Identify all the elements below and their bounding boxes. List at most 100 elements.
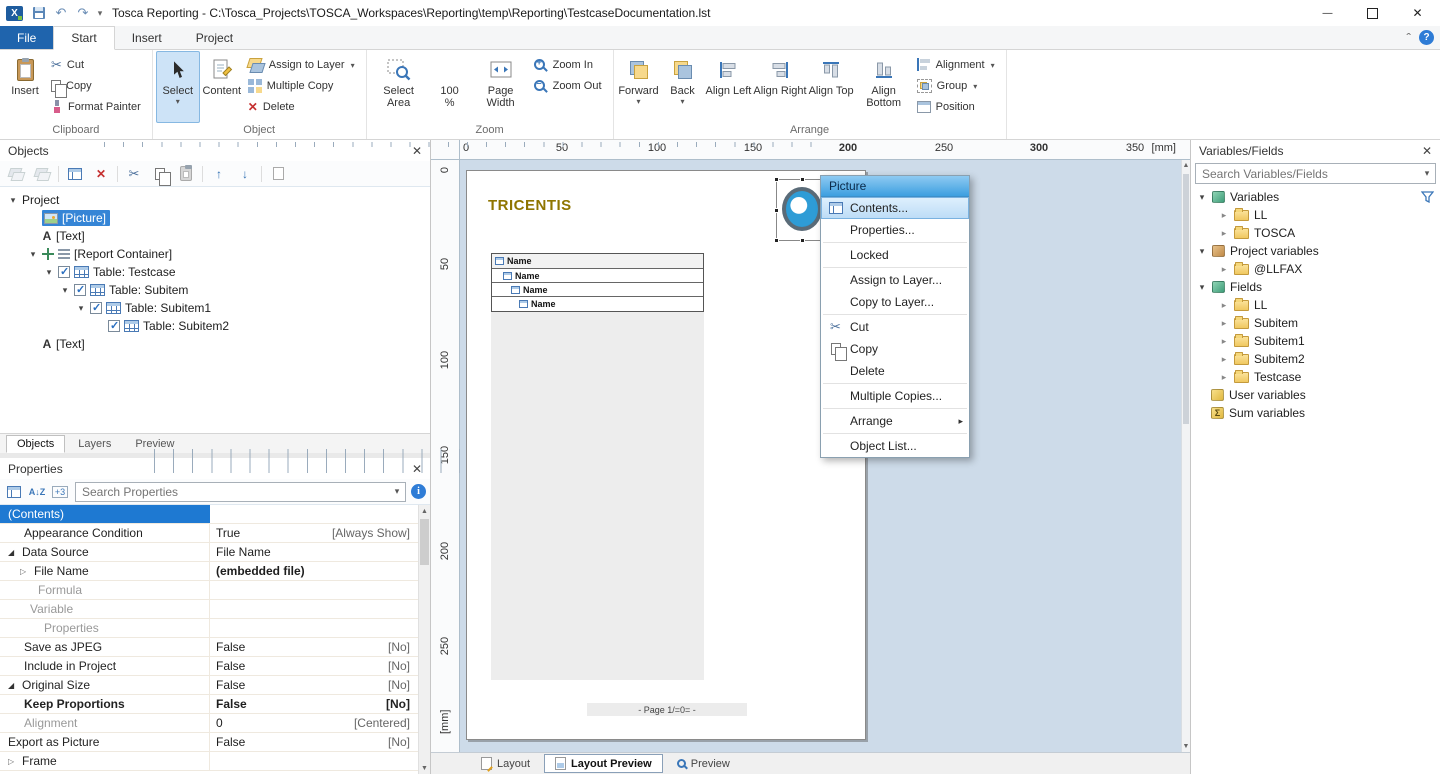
property-row-frame[interactable]: Frame — [0, 752, 418, 771]
report-page[interactable]: TRICENTIS Name — [466, 170, 866, 740]
scroll-down-icon[interactable]: ▼ — [419, 762, 430, 774]
expander-icon[interactable] — [8, 757, 18, 766]
report-table-object[interactable]: Name Name Name Name — [491, 253, 704, 312]
scroll-up-icon[interactable]: ▲ — [1182, 160, 1190, 171]
insert-layer-button[interactable] — [6, 164, 26, 184]
variables-close-icon[interactable] — [1422, 144, 1432, 158]
tree-item-project[interactable]: Project — [0, 191, 430, 209]
properties-search-input[interactable] — [76, 485, 389, 499]
minimize-button[interactable] — [1305, 0, 1350, 26]
tab-layout[interactable]: Layout — [471, 754, 540, 773]
property-row-export-as-picture[interactable]: Export as PictureFalse[No] — [0, 733, 418, 752]
tab-insert[interactable]: Insert — [115, 26, 179, 49]
checkbox-checked-icon[interactable] — [90, 302, 102, 314]
filter-funnel-icon[interactable] — [1421, 191, 1434, 206]
select-button[interactable]: Select — [156, 51, 200, 123]
property-row-properties[interactable]: Properties — [0, 619, 418, 638]
tree-item-table-subitem[interactable]: Table: Subitem — [0, 281, 430, 299]
expander-icon[interactable] — [20, 567, 30, 576]
expander-icon[interactable] — [1197, 246, 1207, 257]
info-icon[interactable] — [411, 484, 426, 499]
tab-preview[interactable]: Preview — [667, 754, 740, 773]
zoom-in-button[interactable]: +Zoom In — [530, 54, 610, 75]
cut-object-button[interactable] — [124, 164, 144, 184]
table-row[interactable]: Name — [492, 297, 703, 311]
object-list-button[interactable] — [65, 164, 85, 184]
tree-item-table-subitem1[interactable]: Table: Subitem1 — [0, 299, 430, 317]
expander-icon[interactable] — [60, 285, 70, 296]
expander-icon[interactable] — [1197, 192, 1207, 203]
property-row-keep-proportions[interactable]: Keep ProportionsFalse[No] — [0, 695, 418, 714]
variables-item-tosca[interactable]: TOSCA — [1191, 224, 1440, 242]
expander-icon[interactable] — [8, 548, 18, 557]
page-footer-object[interactable]: - Page 1/=0= - — [587, 703, 747, 716]
selection-handle[interactable] — [774, 177, 779, 182]
categorized-view-button[interactable] — [4, 482, 24, 502]
tree-item-text1[interactable]: A[Text] — [0, 227, 430, 245]
variables-item-ll[interactable]: LL — [1191, 206, 1440, 224]
tab-objects[interactable]: Objects — [6, 435, 65, 453]
fields-item-testcase[interactable]: Testcase — [1191, 368, 1440, 386]
tab-start[interactable]: Start — [53, 26, 114, 50]
alignment-button[interactable]: Alignment — [913, 54, 1003, 75]
expander-icon[interactable] — [1219, 228, 1229, 239]
menu-item-cut[interactable]: Cut — [821, 316, 969, 338]
content-button[interactable]: Content — [200, 51, 244, 123]
menu-item-delete[interactable]: Delete — [821, 360, 969, 382]
tab-file[interactable]: File — [0, 26, 53, 49]
expander-icon[interactable] — [1219, 300, 1229, 311]
table-row[interactable]: Name — [492, 269, 703, 283]
menu-item-arrange[interactable]: Arrange — [821, 410, 969, 432]
checkbox-checked-icon[interactable] — [74, 284, 86, 296]
align-bottom-button[interactable]: Align Bottom — [855, 51, 913, 123]
maximize-button[interactable] — [1350, 0, 1395, 26]
expander-icon[interactable] — [1219, 318, 1229, 329]
zoom-100-button[interactable]: 100 % — [428, 51, 472, 123]
expander-icon[interactable] — [1219, 264, 1229, 275]
group-button[interactable]: Group — [913, 75, 1003, 96]
properties-scrollbar[interactable]: ▲ ▼ — [418, 505, 430, 774]
menu-item-copy[interactable]: Copy — [821, 338, 969, 360]
scroll-thumb[interactable] — [1183, 174, 1189, 424]
expander-icon[interactable] — [1219, 372, 1229, 383]
tree-item-picture[interactable]: [Picture] — [0, 209, 430, 227]
property-row-file-name[interactable]: File Name(embedded file) — [0, 562, 418, 581]
checkbox-checked-icon[interactable] — [108, 320, 120, 332]
property-row-variable[interactable]: Variable — [0, 600, 418, 619]
scroll-thumb[interactable] — [420, 519, 429, 565]
canvas-scrollbar[interactable]: ▲ ▼ — [1181, 160, 1190, 752]
variables-item-llfax[interactable]: @LLFAX — [1191, 260, 1440, 278]
align-left-button[interactable]: Align Left — [705, 51, 753, 123]
save-button[interactable] — [28, 2, 50, 24]
undo-button[interactable] — [50, 2, 72, 24]
project-variables-root[interactable]: Project variables — [1191, 242, 1440, 260]
selection-handle[interactable] — [800, 238, 805, 243]
tab-project[interactable]: Project — [179, 26, 250, 49]
assign-to-layer-button[interactable]: Assign to Layer — [244, 54, 363, 75]
expander-icon[interactable] — [1197, 282, 1207, 293]
close-button[interactable] — [1395, 0, 1440, 26]
paste-object-button[interactable] — [176, 164, 196, 184]
selection-handle[interactable] — [774, 208, 779, 213]
tree-item-report-container[interactable]: [Report Container] — [0, 245, 430, 263]
property-row-formula[interactable]: Formula — [0, 581, 418, 600]
copy-button[interactable]: Copy — [47, 75, 149, 96]
variables-search-input[interactable] — [1196, 167, 1419, 181]
property-row-original-size[interactable]: Original SizeFalse[No] — [0, 676, 418, 695]
fields-item-subitem[interactable]: Subitem — [1191, 314, 1440, 332]
expander-icon[interactable] — [76, 303, 86, 314]
position-button[interactable]: Position — [913, 96, 1003, 117]
delete-button[interactable]: Delete — [244, 96, 363, 117]
menu-item-properties[interactable]: Properties... — [821, 219, 969, 241]
variables-search-dropdown-arrow[interactable] — [1419, 164, 1435, 183]
property-row-contents[interactable]: (Contents) — [0, 505, 418, 524]
property-row-data-source[interactable]: Data SourceFile Name — [0, 543, 418, 562]
select-area-button[interactable]: Select Area — [370, 51, 428, 123]
property-row-include-in-project[interactable]: Include in ProjectFalse[No] — [0, 657, 418, 676]
expand-sections-button[interactable] — [50, 482, 70, 502]
copy-object-button[interactable] — [150, 164, 170, 184]
expander-icon[interactable] — [8, 195, 18, 206]
table-row[interactable]: Name — [492, 283, 703, 297]
tree-item-table-testcase[interactable]: Table: Testcase — [0, 263, 430, 281]
edit-contents-button[interactable] — [268, 164, 288, 184]
